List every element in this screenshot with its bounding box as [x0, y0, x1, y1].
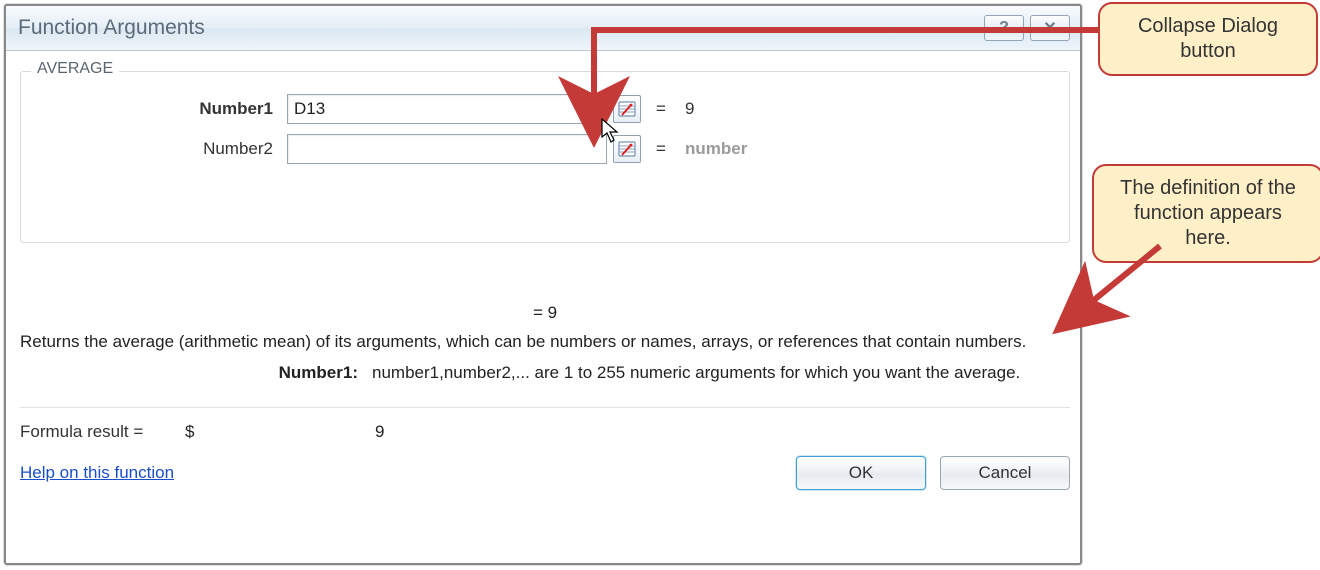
collapse-dialog-icon	[618, 140, 636, 158]
collapse-dialog-button-2[interactable]	[613, 135, 641, 163]
arg2-input[interactable]	[287, 134, 607, 164]
separator	[20, 407, 1070, 408]
overall-result: = 9	[20, 303, 1070, 323]
arguments-group: AVERAGE Number1 =	[20, 71, 1070, 243]
formula-result-value: 9	[225, 422, 525, 442]
arg2-label: Number2	[51, 139, 281, 159]
argument-row-1: Number1 = 9	[51, 92, 1059, 126]
formula-result-currency: $	[185, 422, 225, 442]
help-link[interactable]: Help on this function	[20, 463, 174, 483]
help-button[interactable]: ?	[984, 15, 1024, 41]
argument-row-2: Number2 = number	[51, 132, 1059, 166]
dialog-title: Function Arguments	[14, 16, 984, 40]
dialog-body: AVERAGE Number1 =	[6, 51, 1080, 500]
close-button[interactable]: ✕	[1030, 15, 1070, 41]
equals-sign: =	[649, 99, 673, 119]
equals-sign: =	[649, 139, 673, 159]
argument-description-row: Number1: number1,number2,... are 1 to 25…	[20, 363, 1070, 383]
callout-function-definition: The definition of the function appears h…	[1092, 164, 1320, 263]
formula-result-row: Formula result = $ 9	[20, 422, 1070, 442]
collapse-dialog-button-1[interactable]	[613, 95, 641, 123]
argument-description-key: Number1:	[20, 363, 358, 383]
function-description: Returns the average (arithmetic mean) of…	[20, 329, 1070, 355]
arg1-label: Number1	[51, 99, 281, 119]
arg1-result: 9	[679, 99, 919, 119]
function-name-legend: AVERAGE	[31, 60, 119, 78]
titlebar-buttons: ? ✕	[984, 15, 1072, 41]
arg1-input[interactable]	[287, 94, 607, 124]
ok-button[interactable]: OK	[796, 456, 926, 490]
formula-result-label: Formula result =	[20, 422, 185, 442]
dialog-footer: Help on this function OK Cancel	[20, 456, 1070, 490]
collapse-dialog-icon	[618, 100, 636, 118]
cancel-button[interactable]: Cancel	[940, 456, 1070, 490]
callout-collapse-dialog: Collapse Dialog button	[1098, 2, 1318, 76]
function-arguments-dialog: Function Arguments ? ✕ AVERAGE Number1	[4, 4, 1082, 565]
titlebar: Function Arguments ? ✕	[6, 6, 1080, 51]
argument-description-text: number1,number2,... are 1 to 255 numeric…	[372, 363, 1070, 383]
arg2-result: number	[679, 139, 919, 159]
